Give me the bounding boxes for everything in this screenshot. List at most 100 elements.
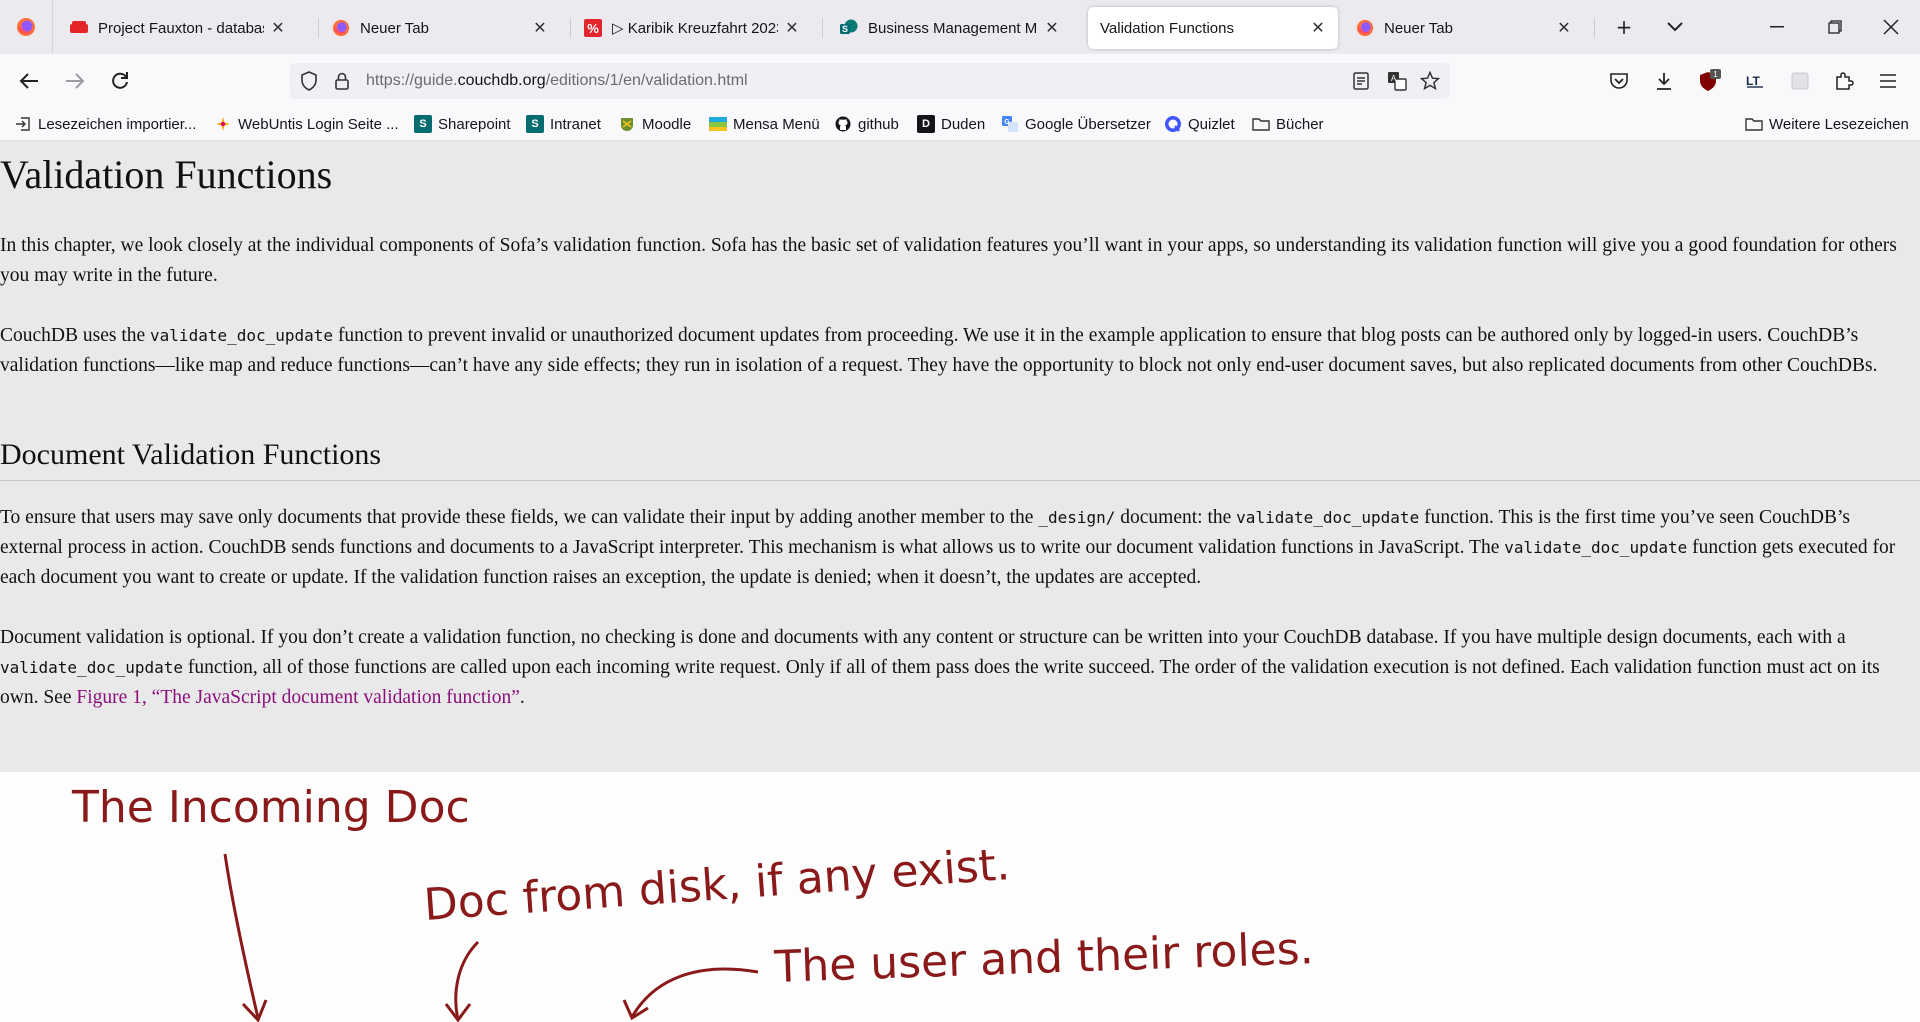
mensa-icon: [709, 115, 727, 133]
restore-window-icon[interactable]: [1820, 12, 1850, 42]
minimize-window-icon[interactable]: [1762, 12, 1792, 42]
bookmark-label: Mensa Menü: [733, 115, 820, 133]
bookmark-label: Duden: [941, 115, 986, 133]
inline-code: _design/: [1038, 508, 1116, 527]
svg-text:G: G: [1004, 119, 1010, 126]
figure-link[interactable]: Figure 1, “The JavaScript document valid…: [76, 687, 520, 708]
tab-separator: [570, 18, 571, 38]
close-tab-icon[interactable]: ✕: [1044, 18, 1060, 38]
tracking-protection-shield-icon[interactable]: [298, 70, 320, 92]
bookmark-star-icon[interactable]: [1419, 70, 1441, 92]
translate-icon: G: [1001, 115, 1019, 133]
inline-code: validate_doc_update: [150, 326, 334, 345]
bookmark-duden[interactable]: D Duden: [917, 113, 985, 135]
bookmark-moodle[interactable]: Moodle: [618, 113, 691, 135]
hamburger-menu-icon[interactable]: [1872, 65, 1904, 97]
folder-icon: [1252, 115, 1270, 133]
tab-label: Neuer Tab: [1384, 19, 1453, 37]
extensions-puzzle-icon[interactable]: [1828, 65, 1860, 97]
tab-neuer-tab-1[interactable]: Neuer Tab ✕: [320, 7, 560, 49]
tab-separator: [822, 18, 823, 38]
tab-label: Validation Functions: [1100, 19, 1234, 37]
intro-paragraph: In this chapter, we look closely at the …: [0, 235, 1897, 286]
tab-label: Project Fauxton - database/: [98, 19, 264, 37]
other-bookmarks-folder[interactable]: Weitere Lesezeichen: [1745, 113, 1909, 135]
inline-code: validate_doc_update: [1504, 538, 1688, 557]
reload-icon[interactable]: [104, 65, 136, 97]
bookmark-github[interactable]: github: [834, 113, 899, 135]
tab-label: ▷ Karibik Kreuzfahrt 2023, 2: [612, 20, 778, 37]
close-tab-icon[interactable]: ✕: [1310, 18, 1326, 38]
tab-karibik-kreuzfahrt[interactable]: % ▷ Karibik Kreuzfahrt 2023, 2 ✕: [572, 7, 812, 49]
url-host: couchdb.org: [457, 72, 546, 89]
bookmark-label: Quizlet: [1188, 115, 1235, 133]
bookmark-google-translate[interactable]: G Google Übersetzer: [1001, 113, 1151, 135]
ublock-extension-icon[interactable]: 1: [1694, 65, 1726, 97]
close-tab-icon[interactable]: ✕: [532, 18, 548, 38]
tab-neuer-tab-2[interactable]: Neuer Tab ✕: [1344, 7, 1584, 49]
pocket-icon[interactable]: [1603, 65, 1635, 97]
svg-text:%: %: [587, 21, 599, 36]
bookmark-label: WebUntis Login Seite ...: [238, 115, 399, 133]
folder-icon: [1745, 115, 1763, 133]
bookmark-intranet[interactable]: S Intranet: [526, 113, 601, 135]
forward-arrow-icon[interactable]: [59, 65, 91, 97]
percent-icon: %: [584, 19, 602, 37]
bookmark-label: github: [858, 115, 899, 133]
languagetool-icon[interactable]: LT: [1740, 65, 1772, 97]
duden-icon: D: [917, 115, 935, 133]
text-run: Document validation is optional. If you …: [0, 627, 1846, 648]
reader-view-icon[interactable]: [1350, 70, 1372, 92]
arrow-incoming-doc: [223, 853, 260, 1019]
bookmarks-toolbar: Lesezeichen importier... WebUntis Login …: [0, 107, 1920, 141]
url-text: https://guide.couchdb.org/editions/1/en/…: [366, 72, 748, 90]
optional-validation-paragraph: Document validation is optional. If you …: [0, 623, 1905, 713]
bookmark-quizlet[interactable]: Quizlet: [1164, 113, 1235, 135]
bookmark-label: Weitere Lesezeichen: [1769, 115, 1909, 133]
extension-placeholder-icon[interactable]: [1784, 65, 1816, 97]
close-window-icon[interactable]: [1876, 12, 1906, 42]
bookmark-label: Lesezeichen importier...: [38, 115, 197, 133]
sharepoint-icon: S: [840, 19, 858, 37]
bookmark-sharepoint[interactable]: S Sharepoint: [414, 113, 511, 135]
github-icon: [834, 115, 852, 133]
bookmark-folder-buecher[interactable]: Bücher: [1252, 113, 1324, 135]
bookmark-label: Bücher: [1276, 115, 1324, 133]
text-run: CouchDB uses the: [0, 325, 151, 346]
bookmark-webuntis[interactable]: WebUntis Login Seite ...: [214, 113, 399, 135]
text-run: To ensure that users may save only docum…: [0, 507, 1039, 528]
list-all-tabs-chevron-icon[interactable]: [1660, 12, 1690, 42]
tab-label: Neuer Tab: [360, 19, 429, 37]
url-path: /editions/1/en/validation.html: [545, 72, 748, 89]
close-tab-icon[interactable]: ✕: [784, 18, 800, 38]
new-tab-plus-icon[interactable]: +: [1609, 12, 1639, 42]
extension-badge-count: 1: [1713, 70, 1718, 79]
page-title: Validation Functions: [0, 152, 333, 197]
close-tab-icon[interactable]: ✕: [270, 18, 286, 38]
design-document-paragraph: To ensure that users may save only docum…: [0, 503, 1905, 593]
tab-business-management[interactable]: S Business Management M254 ✕: [828, 7, 1072, 49]
bookmark-import[interactable]: Lesezeichen importier...: [14, 113, 196, 135]
tab-validation-functions[interactable]: Validation Functions ✕: [1088, 7, 1338, 49]
bookmark-mensa-menu[interactable]: Mensa Menü: [709, 113, 820, 135]
back-arrow-icon[interactable]: [13, 65, 45, 97]
validation-function-figure: The Incoming Doc Doc from disk, if any e…: [0, 772, 1920, 1022]
tab-separator: [1594, 18, 1595, 38]
text-run: .: [519, 687, 525, 708]
couchdb-validate-paragraph: CouchDB uses the validate_doc_update fun…: [0, 321, 1905, 381]
couchdb-icon: [70, 19, 88, 37]
section-heading: Document Validation Functions: [0, 438, 1920, 481]
url-prefix: https://guide.: [366, 72, 458, 89]
firefox-view-button[interactable]: [0, 0, 53, 54]
svg-text:LT: LT: [1746, 74, 1760, 88]
downloads-icon[interactable]: [1648, 65, 1680, 97]
lock-icon[interactable]: [331, 70, 353, 92]
translate-page-icon[interactable]: A: [1386, 70, 1408, 92]
close-tab-icon[interactable]: ✕: [1556, 18, 1572, 38]
firefox-icon: [1356, 19, 1374, 37]
arrow-user-roles: [630, 967, 759, 1018]
address-bar[interactable]: https://guide.couchdb.org/editions/1/en/…: [290, 63, 1450, 99]
page-content: Validation Functions In this chapter, we…: [0, 141, 1920, 772]
tab-project-fauxton[interactable]: Project Fauxton - database/ ✕: [58, 7, 298, 49]
quizlet-icon: [1164, 115, 1182, 133]
